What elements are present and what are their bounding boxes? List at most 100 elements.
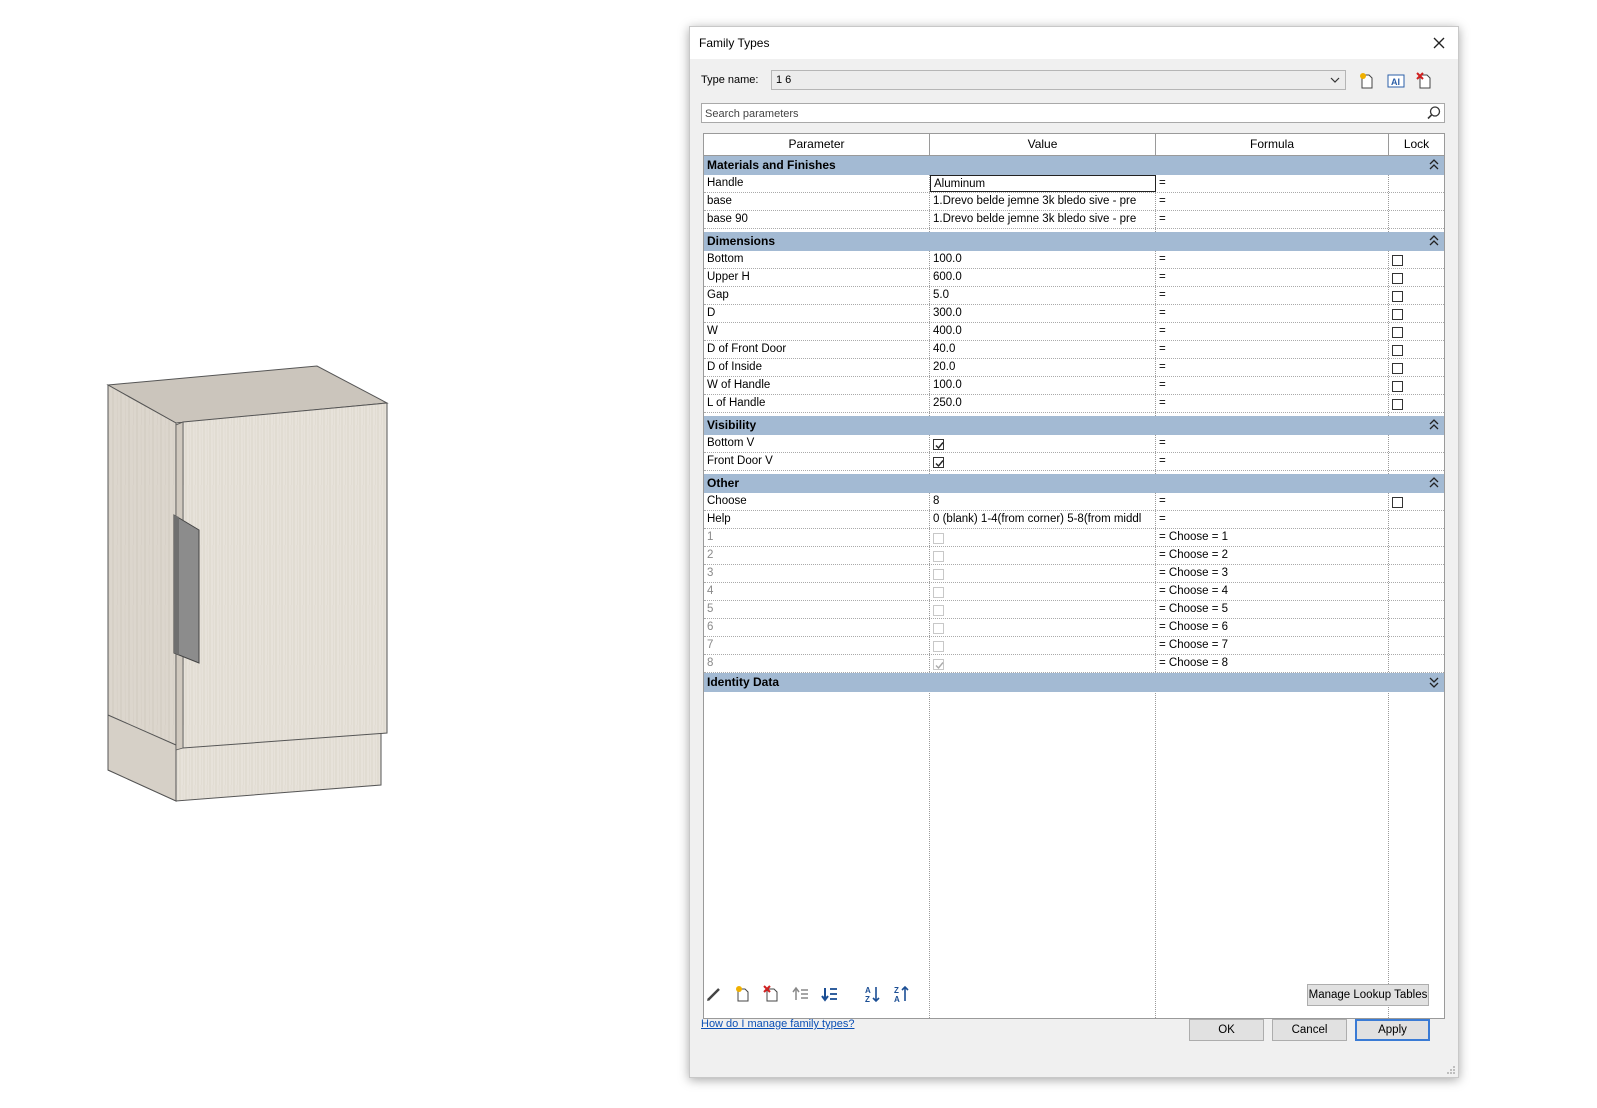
- lock-cell[interactable]: [1389, 323, 1444, 340]
- parameter-name-cell[interactable]: Gap: [704, 287, 930, 304]
- value-cell[interactable]: 20.0: [930, 359, 1156, 376]
- parameter-name-cell[interactable]: D: [704, 305, 930, 322]
- parameter-row[interactable]: 8 = Choose = 8: [704, 655, 1444, 673]
- parameter-name-cell[interactable]: Upper H: [704, 269, 930, 286]
- apply-button[interactable]: Apply: [1355, 1019, 1430, 1041]
- parameter-row[interactable]: Choose 8 =: [704, 493, 1444, 511]
- parameter-name-cell[interactable]: Choose: [704, 493, 930, 510]
- value-cell[interactable]: 100.0: [930, 251, 1156, 268]
- formula-cell[interactable]: =: [1156, 377, 1389, 394]
- column-header-parameter[interactable]: Parameter: [704, 134, 930, 156]
- parameter-name-cell[interactable]: 4: [704, 583, 930, 600]
- value-cell[interactable]: 100.0: [930, 377, 1156, 394]
- value-cell[interactable]: 300.0: [930, 305, 1156, 322]
- lock-checkbox[interactable]: [1392, 381, 1403, 393]
- close-icon[interactable]: [1428, 32, 1450, 54]
- column-header-value[interactable]: Value: [930, 134, 1156, 156]
- lock-checkbox[interactable]: [1392, 363, 1403, 375]
- formula-cell[interactable]: =: [1156, 493, 1389, 510]
- lock-checkbox[interactable]: [1392, 327, 1403, 339]
- sort-descending-icon[interactable]: Z A: [892, 984, 912, 1004]
- parameter-name-cell[interactable]: Help: [704, 511, 930, 528]
- type-name-dropdown[interactable]: 1 6: [771, 70, 1346, 90]
- lock-checkbox[interactable]: [1392, 399, 1403, 411]
- move-parameter-down-icon[interactable]: [820, 984, 840, 1004]
- parameter-name-cell[interactable]: 1: [704, 529, 930, 546]
- lock-checkbox[interactable]: [1392, 291, 1403, 303]
- parameter-name-cell[interactable]: Front Door V: [704, 453, 930, 470]
- move-parameter-up-icon[interactable]: [791, 984, 811, 1004]
- parameter-name-cell[interactable]: base 90: [704, 211, 930, 228]
- search-icon[interactable]: [1426, 105, 1442, 121]
- resize-grip-icon[interactable]: [1446, 1065, 1456, 1075]
- lock-cell[interactable]: [1389, 251, 1444, 268]
- parameter-row[interactable]: D of Front Door 40.0 =: [704, 341, 1444, 359]
- parameter-row[interactable]: Upper H 600.0 =: [704, 269, 1444, 287]
- parameter-name-cell[interactable]: Bottom V: [704, 435, 930, 452]
- collapse-icon[interactable]: [1429, 234, 1439, 248]
- group-header-other[interactable]: Other: [704, 474, 1444, 493]
- value-cell[interactable]: 8: [930, 493, 1156, 510]
- value-cell[interactable]: 400.0: [930, 323, 1156, 340]
- value-cell[interactable]: 0 (blank) 1-4(from corner) 5-8(from midd…: [930, 511, 1156, 528]
- parameter-name-cell[interactable]: D of Inside: [704, 359, 930, 376]
- parameter-row[interactable]: 5 = Choose = 5: [704, 601, 1444, 619]
- formula-cell[interactable]: = Choose = 2: [1156, 547, 1389, 564]
- parameter-row[interactable]: D 300.0 =: [704, 305, 1444, 323]
- parameter-row[interactable]: Front Door V =: [704, 453, 1444, 471]
- lock-cell[interactable]: [1389, 305, 1444, 322]
- parameter-row[interactable]: W of Handle 100.0 =: [704, 377, 1444, 395]
- parameter-row[interactable]: Bottom V =: [704, 435, 1444, 453]
- value-cell[interactable]: [930, 435, 1156, 452]
- parameter-name-cell[interactable]: 2: [704, 547, 930, 564]
- lock-cell[interactable]: [1389, 377, 1444, 394]
- lock-checkbox[interactable]: [1392, 255, 1403, 267]
- formula-cell[interactable]: =: [1156, 211, 1389, 228]
- column-header-formula[interactable]: Formula: [1156, 134, 1389, 156]
- parameter-name-cell[interactable]: D of Front Door: [704, 341, 930, 358]
- ok-button[interactable]: OK: [1189, 1019, 1264, 1041]
- parameter-row[interactable]: base 90 1.Drevo belde jemne 3k bledo sive…: [704, 211, 1444, 229]
- parameter-row[interactable]: base 1.Drevo belde jemne 3k bledo sive - …: [704, 193, 1444, 211]
- formula-cell[interactable]: = Choose = 5: [1156, 601, 1389, 618]
- parameter-name-cell[interactable]: W: [704, 323, 930, 340]
- parameter-row[interactable]: 1 = Choose = 1: [704, 529, 1444, 547]
- parameter-name-cell[interactable]: Handle: [704, 175, 930, 192]
- parameter-name-cell[interactable]: W of Handle: [704, 377, 930, 394]
- lock-cell[interactable]: [1389, 493, 1444, 510]
- formula-cell[interactable]: =: [1156, 305, 1389, 322]
- lock-cell[interactable]: [1389, 359, 1444, 376]
- formula-cell[interactable]: =: [1156, 435, 1389, 452]
- lock-checkbox[interactable]: [1392, 497, 1403, 509]
- value-cell[interactable]: Aluminum: [930, 175, 1156, 192]
- formula-cell[interactable]: = Choose = 6: [1156, 619, 1389, 636]
- new-type-icon[interactable]: [1356, 70, 1378, 92]
- collapse-icon[interactable]: [1429, 476, 1439, 490]
- formula-cell[interactable]: = Choose = 3: [1156, 565, 1389, 582]
- formula-cell[interactable]: = Choose = 4: [1156, 583, 1389, 600]
- search-parameters-field[interactable]: [701, 103, 1445, 123]
- parameter-row[interactable]: 6 = Choose = 6: [704, 619, 1444, 637]
- parameter-name-cell[interactable]: 5: [704, 601, 930, 618]
- formula-cell[interactable]: = Choose = 8: [1156, 655, 1389, 672]
- value-cell[interactable]: 600.0: [930, 269, 1156, 286]
- parameter-name-cell[interactable]: 7: [704, 637, 930, 654]
- value-cell[interactable]: 250.0: [930, 395, 1156, 412]
- parameter-row[interactable]: Gap 5.0 =: [704, 287, 1444, 305]
- parameter-name-cell[interactable]: 6: [704, 619, 930, 636]
- cancel-button[interactable]: Cancel: [1272, 1019, 1347, 1041]
- parameter-name-cell[interactable]: Bottom: [704, 251, 930, 268]
- value-cell[interactable]: 1.Drevo belde jemne 3k bledo sive - pre: [930, 193, 1156, 210]
- new-parameter-icon[interactable]: [733, 984, 753, 1004]
- expand-icon[interactable]: [1429, 675, 1439, 689]
- parameter-name-cell[interactable]: L of Handle: [704, 395, 930, 412]
- column-header-lock[interactable]: Lock: [1389, 134, 1444, 156]
- parameter-row[interactable]: 2 = Choose = 2: [704, 547, 1444, 565]
- value-cell[interactable]: 40.0: [930, 341, 1156, 358]
- sort-ascending-icon[interactable]: A Z: [863, 984, 883, 1004]
- manage-lookup-tables-button[interactable]: Manage Lookup Tables: [1307, 984, 1429, 1006]
- parameter-row[interactable]: Bottom 100.0 =: [704, 251, 1444, 269]
- lock-checkbox[interactable]: [1392, 345, 1403, 357]
- value-checkbox[interactable]: [933, 439, 944, 451]
- value-cell[interactable]: 1.Drevo belde jemne 3k bledo sive - pre: [930, 211, 1156, 228]
